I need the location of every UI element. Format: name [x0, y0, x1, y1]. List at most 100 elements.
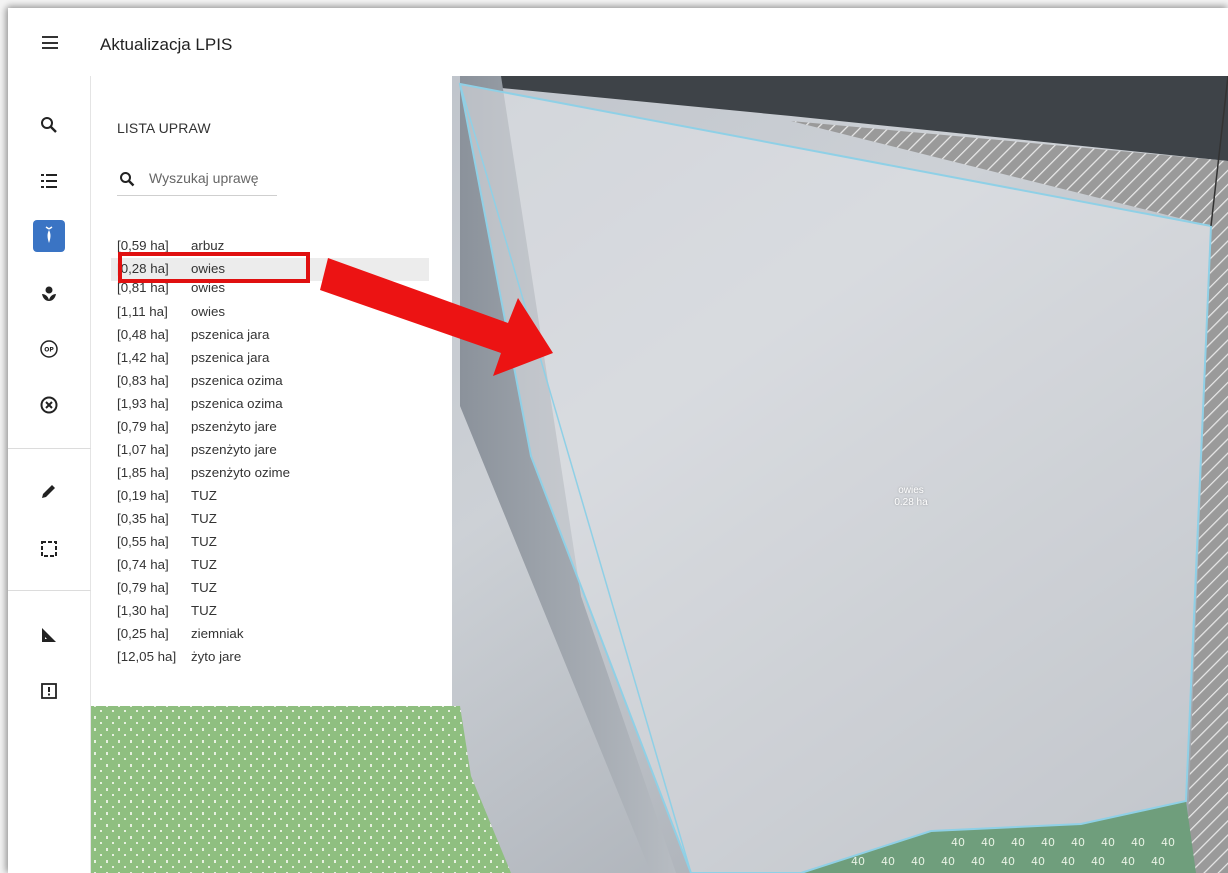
alert-icon[interactable]	[36, 678, 62, 704]
crops-panel: LISTA UPRAW [0,59 ha]arbuz [0,28 ha]owie…	[91, 76, 452, 706]
crop-area: [0,25 ha]	[117, 626, 169, 641]
crop-row[interactable]: [0,19 ha] TUZ	[111, 485, 429, 508]
crop-area: [1,42 ha]	[117, 350, 169, 365]
cancel-circle-icon[interactable]	[36, 392, 62, 418]
crop-area: [0,79 ha]	[117, 419, 169, 434]
crop-row[interactable]: [1,30 ha] TUZ	[111, 600, 429, 623]
crop-row[interactable]: [0,25 ha] ziemniak	[111, 623, 429, 646]
crop-icon[interactable]	[33, 220, 65, 252]
parcel-label-crop: owies	[898, 485, 924, 496]
crop-search[interactable]	[117, 160, 277, 196]
crop-row[interactable]: [12,05 ha] żyto jare	[111, 646, 429, 669]
crop-list: [0,59 ha] arbuz [0,28 ha] owies [0,81 ha] o…	[111, 235, 429, 669]
crop-area: [1,30 ha]	[117, 603, 169, 618]
svg-text:40: 40	[1161, 836, 1175, 849]
crop-search-input[interactable]	[149, 168, 273, 188]
menu-icon[interactable]	[42, 36, 58, 49]
crop-row[interactable]: [0,79 ha] pszenżyto jare	[111, 416, 429, 439]
panel-title: LISTA UPRAW	[117, 120, 211, 136]
crop-name: TUZ	[191, 603, 217, 618]
crop-name: TUZ	[191, 488, 217, 503]
crop-area: [0,79 ha]	[117, 580, 169, 595]
crop-name: pszenica ozima	[191, 373, 283, 388]
svg-text:40: 40	[981, 836, 995, 849]
crop-row[interactable]: [1,93 ha] pszenica ozima	[111, 393, 429, 416]
crop-name: żyto jare	[191, 649, 242, 664]
crop-row[interactable]: [0,48 ha] pszenica jara	[111, 324, 429, 347]
svg-text:40: 40	[1031, 855, 1045, 868]
crop-row[interactable]: [0,79 ha] TUZ	[111, 577, 429, 600]
tool-rail: OP	[8, 76, 91, 873]
crop-name: TUZ	[191, 580, 217, 595]
crop-name: pszenżyto ozime	[191, 465, 291, 480]
crop-row[interactable]: [0,83 ha] pszenica ozima	[111, 370, 429, 393]
crop-name: TUZ	[191, 511, 217, 526]
list-icon[interactable]	[36, 168, 62, 194]
pencil-icon[interactable]	[36, 478, 62, 504]
annotation-highlight-box	[118, 252, 310, 283]
crop-name: owies	[191, 304, 225, 319]
op-icon[interactable]: OP	[36, 336, 62, 362]
svg-text:40: 40	[1121, 855, 1135, 868]
app-window: 40 40 40 40 40 40 40 40 40 40 40 40 40 4…	[8, 8, 1228, 873]
parcel-label-area: 0.28 ha	[894, 497, 928, 508]
svg-text:40: 40	[1101, 836, 1115, 849]
crop-area: [0,83 ha]	[117, 373, 169, 388]
crop-area: [1,11 ha]	[117, 304, 168, 319]
svg-text:40: 40	[851, 855, 865, 868]
crop-row[interactable]: [0,55 ha] TUZ	[111, 531, 429, 554]
crop-row[interactable]: [1,42 ha] pszenica jara	[111, 347, 429, 370]
select-area-icon[interactable]	[36, 536, 62, 562]
crop-name: owies	[191, 281, 225, 295]
crop-area: [0,48 ha]	[117, 327, 169, 342]
svg-text:40: 40	[1041, 836, 1055, 849]
svg-text:OP: OP	[44, 347, 54, 354]
svg-text:40: 40	[1011, 836, 1025, 849]
plant-icon[interactable]	[36, 280, 62, 306]
crop-area: [0,74 ha]	[117, 557, 169, 572]
crop-row[interactable]: [1,85 ha] pszenżyto ozime	[111, 462, 429, 485]
svg-text:40: 40	[971, 855, 985, 868]
crop-area: [12,05 ha]	[117, 649, 177, 664]
rail-divider	[8, 590, 91, 591]
search-icon	[120, 172, 135, 187]
svg-text:40: 40	[881, 855, 895, 868]
crop-row[interactable]: [0,74 ha] TUZ	[111, 554, 429, 577]
parcel-label: owies 0.28 ha	[861, 485, 961, 509]
crop-area: [0,81 ha]	[117, 281, 169, 295]
crop-row[interactable]: [1,07 ha] pszenżyto jare	[111, 439, 429, 462]
svg-text:40: 40	[1131, 836, 1145, 849]
crop-area: [0,59 ha]	[117, 238, 169, 253]
svg-text:40: 40	[1001, 855, 1015, 868]
crop-row[interactable]: [1,11 ha] owies	[111, 301, 429, 324]
svg-text:40: 40	[911, 855, 925, 868]
crop-name: TUZ	[191, 557, 217, 572]
svg-text:40: 40	[1151, 855, 1165, 868]
crop-name: pszenica jara	[191, 350, 270, 365]
crop-area: [1,85 ha]	[117, 465, 169, 480]
crop-area: [1,93 ha]	[117, 396, 169, 411]
crop-name: pszenżyto jare	[191, 419, 277, 434]
crop-name: TUZ	[191, 534, 217, 549]
crop-area: [0,55 ha]	[117, 534, 169, 549]
crop-area: [1,07 ha]	[117, 442, 169, 457]
search-icon[interactable]	[36, 112, 62, 138]
top-bar: Aktualizacja LPIS	[8, 8, 1228, 76]
crop-area: [0,19 ha]	[117, 488, 169, 503]
crop-name: pszenżyto jare	[191, 442, 277, 457]
crop-name: arbuz	[191, 238, 225, 253]
crop-area: [0,35 ha]	[117, 511, 169, 526]
svg-text:40: 40	[1061, 855, 1075, 868]
crop-row[interactable]: [0,35 ha] TUZ	[111, 508, 429, 531]
svg-text:40: 40	[1091, 855, 1105, 868]
crop-name: pszenica ozima	[191, 396, 283, 411]
svg-text:40: 40	[941, 855, 955, 868]
app-title: Aktualizacja LPIS	[100, 35, 233, 54]
crop-name: ziemniak	[191, 626, 244, 641]
crop-name: pszenica jara	[191, 327, 270, 342]
rail-divider	[8, 448, 91, 449]
ruler-icon[interactable]	[36, 622, 62, 648]
svg-text:40: 40	[951, 836, 965, 849]
crop-row[interactable]: [0,81 ha] owies	[111, 281, 429, 301]
svg-text:40: 40	[1071, 836, 1085, 849]
